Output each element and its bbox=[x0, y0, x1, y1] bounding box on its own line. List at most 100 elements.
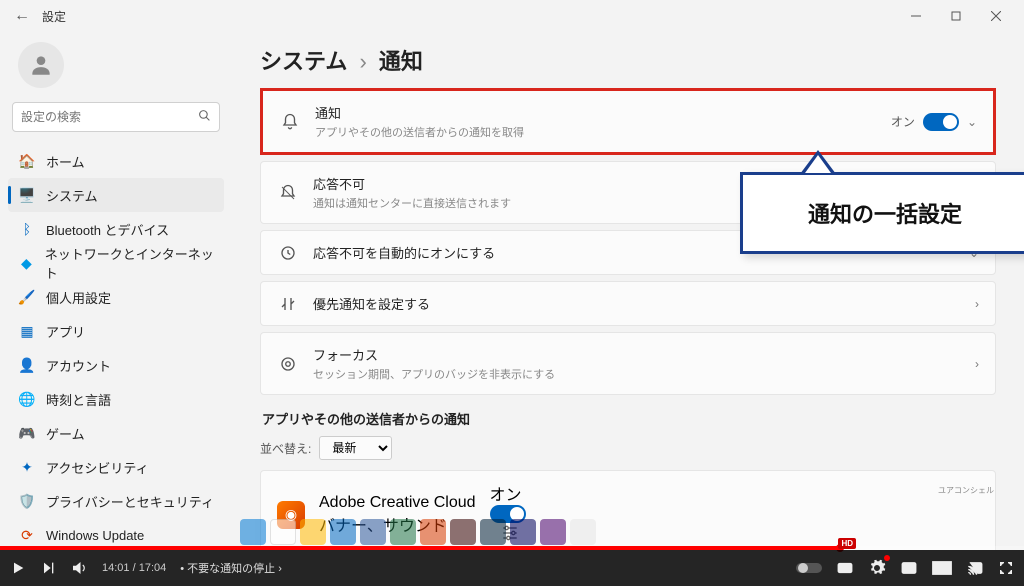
clock-icon bbox=[277, 244, 299, 262]
taskbar-icon[interactable] bbox=[240, 519, 266, 545]
scorecard-label: ユアコンシェル bbox=[938, 485, 994, 496]
search-icon bbox=[198, 109, 211, 125]
breadcrumb: システム › 通知 bbox=[260, 44, 996, 76]
sidebar: 🏠 ホーム 🖥️ システム ᛒ Bluetooth とデバイス ◆ ネットワークとインタ… bbox=[0, 32, 232, 550]
breadcrumb-separator: › bbox=[359, 49, 366, 74]
sidebar-item-label: プライバシーとセキュリティ bbox=[46, 492, 214, 511]
sidebar-item-label: アプリ bbox=[46, 322, 85, 341]
taskbar-icon[interactable] bbox=[570, 519, 596, 545]
callout-annotation: 通知の一括設定 bbox=[740, 172, 1024, 254]
settings-button[interactable] bbox=[868, 559, 886, 577]
taskbar-icon[interactable] bbox=[420, 519, 446, 545]
apps-section-title: アプリやその他の送信者からの通知 bbox=[262, 409, 996, 428]
video-chapter[interactable]: • 不要な通知の停止 › bbox=[180, 560, 282, 576]
sidebar-item-label: Bluetooth とデバイス bbox=[46, 220, 169, 239]
autoplay-toggle[interactable] bbox=[796, 561, 822, 575]
next-button[interactable] bbox=[40, 560, 56, 576]
sidebar-item-label: Windows Update bbox=[46, 528, 144, 543]
shield-icon: 🛡️ bbox=[18, 492, 36, 510]
callout-pointer bbox=[800, 150, 836, 174]
sort-row: 並べ替え: 最新 bbox=[260, 436, 996, 460]
close-button[interactable] bbox=[976, 2, 1016, 30]
minimize-button[interactable] bbox=[896, 2, 936, 30]
sidebar-item-label: アカウント bbox=[46, 356, 111, 375]
notifications-card[interactable]: 通知 アプリやその他の送信者からの通知を取得 オン ⌄ bbox=[260, 88, 996, 155]
taskbar-icon[interactable] bbox=[450, 519, 476, 545]
card-title: 通知 bbox=[315, 103, 877, 122]
sidebar-item-accounts[interactable]: 👤 アカウント bbox=[8, 348, 224, 382]
hd-badge: HD bbox=[838, 538, 856, 549]
home-icon: 🏠 bbox=[18, 152, 36, 170]
notifications-toggle[interactable] bbox=[923, 113, 959, 131]
sidebar-item-apps[interactable]: ▦ アプリ bbox=[8, 314, 224, 348]
fullscreen-button[interactable] bbox=[998, 560, 1014, 576]
taskbar-icon[interactable] bbox=[270, 519, 296, 545]
taskbar-icon[interactable] bbox=[540, 519, 566, 545]
sidebar-item-label: ホーム bbox=[46, 152, 85, 171]
sidebar-item-bluetooth[interactable]: ᛒ Bluetooth とデバイス bbox=[8, 212, 224, 246]
update-icon: ⟳ bbox=[18, 526, 36, 544]
sidebar-item-system[interactable]: 🖥️ システム bbox=[8, 178, 224, 212]
search-input-container[interactable] bbox=[12, 102, 220, 132]
theater-button[interactable] bbox=[932, 561, 952, 575]
subtitles-button[interactable] bbox=[836, 559, 854, 577]
breadcrumb-current: 通知 bbox=[379, 49, 423, 74]
taskbar-icon[interactable] bbox=[390, 519, 416, 545]
sidebar-item-accessibility[interactable]: ✦アクセシビリティ bbox=[8, 450, 224, 484]
chevron-right-icon[interactable]: › bbox=[975, 357, 979, 371]
focus-card[interactable]: フォーカス セッション期間、アプリのバッジを非表示にする › bbox=[260, 332, 996, 395]
back-button[interactable]: ← bbox=[8, 7, 36, 25]
dnd-icon bbox=[277, 184, 299, 202]
taskbar-icon[interactable] bbox=[360, 519, 386, 545]
window-title: 設定 bbox=[42, 8, 66, 25]
sidebar-item-home[interactable]: 🏠 ホーム bbox=[8, 144, 224, 178]
sidebar-item-label: ゲーム bbox=[46, 424, 85, 443]
brush-icon: 🖌️ bbox=[18, 288, 36, 306]
sidebar-item-personalization[interactable]: 🖌️ 個人用設定 bbox=[8, 280, 224, 314]
globe-icon: 🌐 bbox=[18, 390, 36, 408]
video-player-controls: 14:01 / 17:04 • 不要な通知の停止 › bbox=[0, 550, 1024, 586]
system-icon: 🖥️ bbox=[18, 186, 36, 204]
taskbar-icon[interactable] bbox=[330, 519, 356, 545]
card-title: フォーカス bbox=[313, 345, 961, 364]
cast-button[interactable] bbox=[966, 559, 984, 577]
callout-text: 通知の一括設定 bbox=[740, 172, 1024, 254]
sort-select[interactable]: 最新 bbox=[319, 436, 392, 460]
bluetooth-icon: ᛒ bbox=[18, 220, 36, 238]
sidebar-item-privacy[interactable]: 🛡️ プライバシーとセキュリティ bbox=[8, 484, 224, 518]
toggle-label: オン bbox=[891, 113, 915, 130]
account-icon: 👤 bbox=[18, 356, 36, 374]
gaming-icon: 🎮 bbox=[18, 424, 36, 442]
user-avatar[interactable] bbox=[18, 42, 64, 88]
priority-icon bbox=[277, 295, 299, 313]
priority-card[interactable]: 優先通知を設定する › bbox=[260, 281, 996, 326]
chevron-down-icon[interactable]: ⌄ bbox=[967, 115, 977, 129]
sidebar-item-label: 時刻と言語 bbox=[46, 390, 111, 409]
search-input[interactable] bbox=[21, 110, 198, 124]
toggle-label: オン bbox=[490, 487, 522, 504]
wifi-icon: ◆ bbox=[18, 254, 35, 272]
chevron-right-icon[interactable]: › bbox=[975, 297, 979, 311]
breadcrumb-parent[interactable]: システム bbox=[260, 49, 347, 74]
window-titlebar: ← 設定 bbox=[0, 0, 1024, 32]
sidebar-item-gaming[interactable]: 🎮 ゲーム bbox=[8, 416, 224, 450]
sidebar-item-label: システム bbox=[46, 186, 98, 205]
card-subtitle: セッション期間、アプリのバッジを非表示にする bbox=[313, 366, 961, 382]
sidebar-item-time-language[interactable]: 🌐 時刻と言語 bbox=[8, 382, 224, 416]
sort-label: 並べ替え: bbox=[260, 440, 311, 457]
apps-icon: ▦ bbox=[18, 322, 36, 340]
volume-button[interactable] bbox=[70, 559, 88, 577]
taskbar-icon[interactable] bbox=[480, 519, 506, 545]
windows-taskbar bbox=[240, 518, 904, 546]
play-button[interactable] bbox=[10, 560, 26, 576]
sidebar-item-label: ネットワークとインターネット bbox=[45, 244, 214, 282]
miniplayer-button[interactable] bbox=[900, 559, 918, 577]
taskbar-icon[interactable] bbox=[300, 519, 326, 545]
sidebar-item-network[interactable]: ◆ ネットワークとインターネット bbox=[8, 246, 224, 280]
maximize-button[interactable] bbox=[936, 2, 976, 30]
content-area: システム › 通知 通知 アプリやその他の送信者からの通知を取得 オン ⌄ 応答… bbox=[232, 32, 1024, 550]
taskbar-icon[interactable] bbox=[510, 519, 536, 545]
sidebar-nav: 🏠 ホーム 🖥️ システム ᛒ Bluetooth とデバイス ◆ ネットワークとインタ… bbox=[8, 144, 224, 552]
video-time: 14:01 / 17:04 bbox=[102, 562, 166, 574]
sidebar-item-label: 個人用設定 bbox=[46, 288, 111, 307]
